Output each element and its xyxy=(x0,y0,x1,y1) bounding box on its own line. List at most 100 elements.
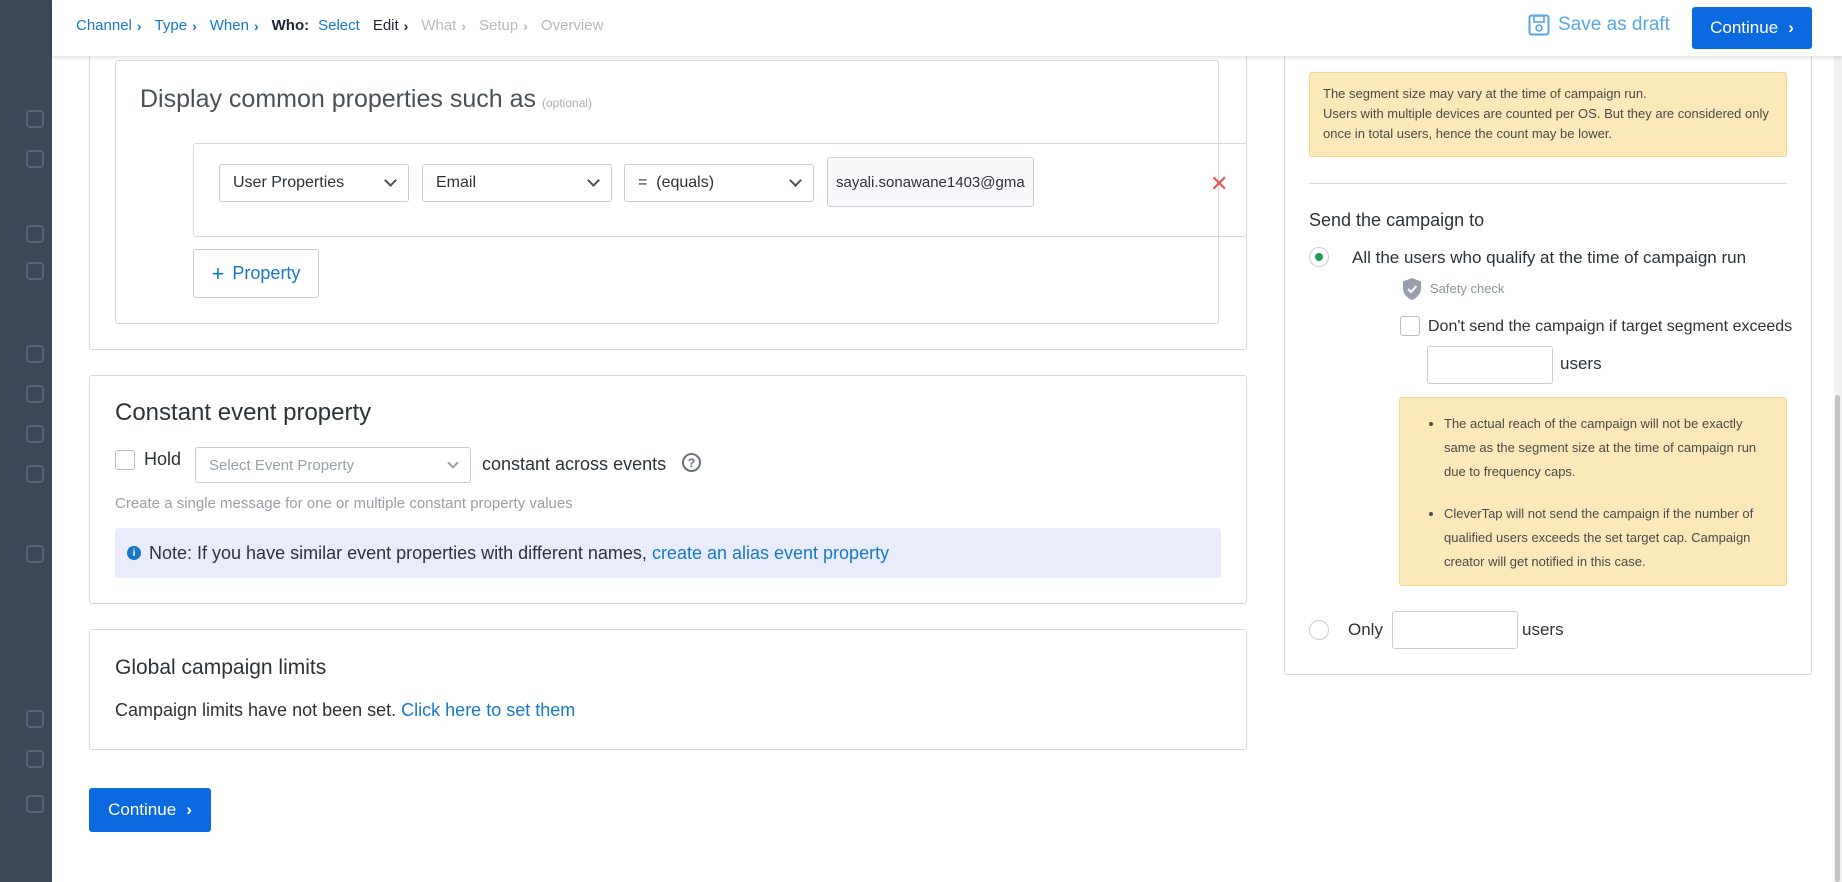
breadcrumb-substep-select[interactable]: Select xyxy=(318,17,360,34)
nav-ghost-icon xyxy=(26,465,44,483)
breadcrumb-label: Who: xyxy=(271,17,310,34)
only-label: Only xyxy=(1348,620,1383,639)
nav-ghost-icon xyxy=(26,345,44,363)
nav-ghost-icon xyxy=(26,750,44,768)
breadcrumb-step-type[interactable]: Type › xyxy=(155,17,197,34)
chevron-right-icon: › xyxy=(192,17,197,34)
global-limits-status: Campaign limits have not been set. xyxy=(115,700,397,720)
divider xyxy=(1309,183,1787,184)
target-cap-users-label: users xyxy=(1560,354,1602,373)
constant-event-title: Constant event property xyxy=(115,399,372,426)
dont-send-label: Don't send the campaign if target segmen… xyxy=(1428,318,1793,335)
add-property-label: Property xyxy=(232,263,301,283)
plus-icon: + xyxy=(211,260,225,286)
continue-button-top[interactable]: Continue › xyxy=(1692,7,1812,49)
chevron-right-icon: › xyxy=(186,800,192,819)
target-cap-checkbox[interactable] xyxy=(1400,316,1420,336)
breadcrumb-label: Channel xyxy=(76,17,132,34)
help-icon[interactable]: ? xyxy=(682,453,701,472)
alias-note: i Note: If you have similar event proper… xyxy=(115,528,1221,578)
set-limits-link[interactable]: Click here to set them xyxy=(401,700,575,720)
event-property-select[interactable]: Select Event Property xyxy=(195,447,471,483)
hold-checkbox[interactable] xyxy=(115,450,135,470)
nav-ghost-icon xyxy=(26,385,44,403)
property-value-text: sayali.sonawane1403@gma xyxy=(836,173,1025,191)
optional-tag: (optional) xyxy=(542,96,593,110)
nav-ghost-icon xyxy=(26,710,44,728)
nav-ghost-icon xyxy=(26,225,44,243)
operator-value: = (equals) xyxy=(638,174,715,191)
global-limits-card xyxy=(89,629,1247,750)
only-users-input[interactable] xyxy=(1392,611,1518,649)
property-type-select[interactable]: User Properties xyxy=(219,164,409,202)
nav-ghost-icon xyxy=(26,150,44,168)
target-cap-input[interactable] xyxy=(1427,346,1553,384)
top-bar: Channel › Type › When › Who: Select Edit › W… xyxy=(52,0,1842,56)
add-property-button[interactable]: + Property xyxy=(193,249,319,298)
common-properties-title-text: Display common properties such as xyxy=(140,85,536,113)
only-users-label: users xyxy=(1522,620,1564,639)
target-cap-notes: The actual reach of the campaign will no… xyxy=(1399,397,1787,586)
common-properties-title: Display common properties such as (option… xyxy=(140,85,592,114)
property-value-input[interactable]: sayali.sonawane1403@gma xyxy=(827,157,1034,207)
constant-across-events-label: constant across events xyxy=(482,454,667,474)
save-as-draft-button[interactable]: Save as draft xyxy=(1528,14,1670,36)
segment-warning-line-1: The segment size may vary at the time of… xyxy=(1323,86,1647,101)
operator-select[interactable]: = (equals) xyxy=(624,164,814,202)
breadcrumb-step-when[interactable]: When › xyxy=(210,17,259,34)
breadcrumb-label: Edit xyxy=(372,17,399,34)
breadcrumb-step-who: Who: xyxy=(272,17,309,34)
floppy-disk-icon xyxy=(1528,14,1550,36)
property-select[interactable]: Email xyxy=(422,164,612,202)
breadcrumb-step-setup: Setup › xyxy=(479,17,528,34)
chevron-right-icon: › xyxy=(403,17,409,34)
target-cap-note: The actual reach of the campaign will no… xyxy=(1444,412,1772,484)
chevron-down-icon xyxy=(447,456,459,469)
segment-size-warning: The segment size may vary at the time of… xyxy=(1309,72,1787,157)
nav-ghost-icon xyxy=(26,795,44,813)
nav-ghost-icon xyxy=(26,425,44,443)
campaign-editor-panel: Channel › Type › When › Who: Select Edit › W… xyxy=(52,0,1842,882)
save-as-draft-label: Save as draft xyxy=(1558,14,1670,35)
radio-selected-dot xyxy=(1315,253,1323,261)
all-users-radio[interactable] xyxy=(1309,247,1329,267)
nav-ghost-icon xyxy=(26,545,44,563)
property-type-value: User Properties xyxy=(233,174,345,191)
continue-label: Continue xyxy=(108,800,177,819)
continue-label: Continue xyxy=(1710,18,1779,37)
chevron-right-icon: › xyxy=(523,17,528,34)
global-limits-text: Campaign limits have not been set. Click… xyxy=(115,700,575,721)
only-users-radio[interactable] xyxy=(1309,620,1329,640)
continue-button-bottom[interactable]: Continue › xyxy=(89,788,211,832)
app-sidebar-backdrop xyxy=(0,0,52,882)
breadcrumb-label: What xyxy=(421,17,457,34)
nav-ghost-icon xyxy=(26,262,44,280)
alias-note-text: Note: If you have similar event properti… xyxy=(149,542,647,563)
constant-event-description: Create a single message for one or multi… xyxy=(115,495,573,512)
remove-filter-icon[interactable]: ✕ xyxy=(1210,171,1228,197)
send-campaign-title: Send the campaign to xyxy=(1309,210,1485,230)
breadcrumb-label: Setup xyxy=(479,17,519,34)
shield-check-icon xyxy=(1403,278,1421,300)
breadcrumb-substep-edit[interactable]: Edit › xyxy=(373,17,409,34)
chevron-right-icon: › xyxy=(136,17,142,34)
breadcrumb-label: Type xyxy=(154,17,188,34)
breadcrumb: Channel › Type › When › Who: Select Edit › W… xyxy=(76,17,616,34)
chevron-right-icon: › xyxy=(1788,18,1794,37)
breadcrumb-label: When xyxy=(209,17,249,34)
breadcrumb-step-what: What › xyxy=(421,17,466,34)
safety-check-label: Safety check xyxy=(1430,281,1505,296)
breadcrumb-label: Overview xyxy=(540,17,604,34)
segment-warning-line-2: Users with multiple devices are counted … xyxy=(1323,106,1769,141)
hold-label: Hold xyxy=(144,449,182,469)
chevron-right-icon: › xyxy=(461,17,467,34)
breadcrumb-step-overview: Overview xyxy=(541,17,604,34)
scrollbar-thumb[interactable] xyxy=(1835,395,1840,882)
global-limits-title: Global campaign limits xyxy=(115,656,327,679)
chevron-right-icon: › xyxy=(253,17,259,34)
create-alias-link[interactable]: create an alias event property xyxy=(652,543,889,564)
breadcrumb-step-channel[interactable]: Channel › xyxy=(76,17,142,34)
chevron-down-icon xyxy=(384,174,397,187)
all-users-label: All the users who qualify at the time of… xyxy=(1352,248,1747,267)
info-icon: i xyxy=(127,546,141,560)
